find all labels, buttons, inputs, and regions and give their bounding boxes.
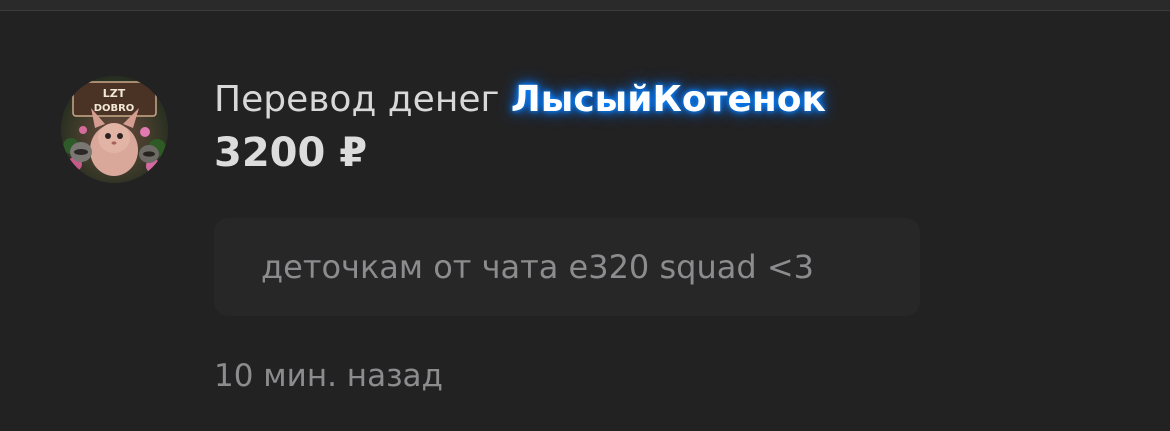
- transfer-comment-box: деточкам от чата e320 squad <3: [214, 218, 920, 316]
- title-prefix: Перевод денег: [214, 79, 500, 120]
- username-link[interactable]: ЛысыйКотенок: [511, 79, 826, 120]
- transfer-comment: деточкам от чата e320 squad <3: [261, 248, 814, 286]
- avatar-text-line1: LZT: [103, 87, 126, 100]
- avatar-image: LZT DOBRO: [61, 76, 168, 183]
- top-divider: [0, 0, 1170, 11]
- notification-timestamp: 10 мин. назад: [214, 358, 443, 394]
- transfer-amount: 3200 ₽: [214, 130, 368, 176]
- avatar-text-line2: DOBRO: [94, 103, 135, 114]
- notification-title: Перевод денег ЛысыйКотенок: [214, 78, 826, 122]
- user-avatar[interactable]: LZT DOBRO: [61, 76, 168, 183]
- notification-content: Перевод денег ЛысыйКотенок 3200 ₽: [214, 78, 826, 176]
